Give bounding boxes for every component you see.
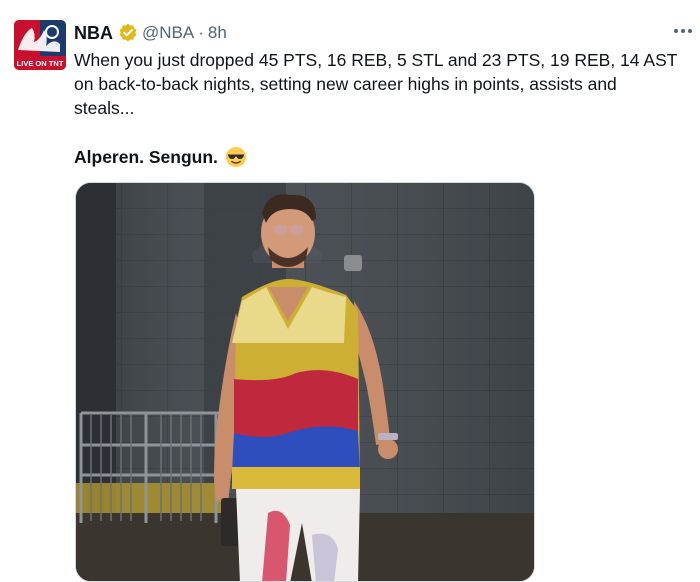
tweet[interactable]: LIVE ON TNT NBA @NBA · 8h When you just … [0, 0, 700, 582]
tweet-text-line: steals... [74, 98, 135, 118]
tweet-photo[interactable] [75, 182, 535, 582]
author-handle[interactable]: @NBA [142, 23, 194, 43]
player-name-text: Alperen. Sengun. [74, 147, 218, 167]
sunglasses-emoji-icon [225, 146, 247, 168]
verified-badge-icon[interactable] [118, 23, 138, 43]
tweet-header: NBA @NBA · 8h [74, 20, 227, 46]
avatar-caption: LIVE ON TNT [17, 59, 64, 68]
tweet-bold-line: Alperen. Sengun. [74, 145, 247, 169]
tweet-text: When you just dropped 45 PTS, 16 REB, 5 … [74, 48, 684, 120]
avatar[interactable]: LIVE ON TNT [14, 20, 66, 70]
more-horizontal-icon[interactable] [672, 21, 694, 41]
author-name[interactable]: NBA [74, 23, 113, 44]
separator-dot: · [198, 23, 204, 42]
post-time[interactable]: 8h [208, 23, 227, 43]
tweet-text-line: When you just dropped 45 PTS, 16 REB, 5 … [74, 50, 678, 70]
tweet-text-line: on back-to-back nights, setting new care… [74, 74, 617, 94]
